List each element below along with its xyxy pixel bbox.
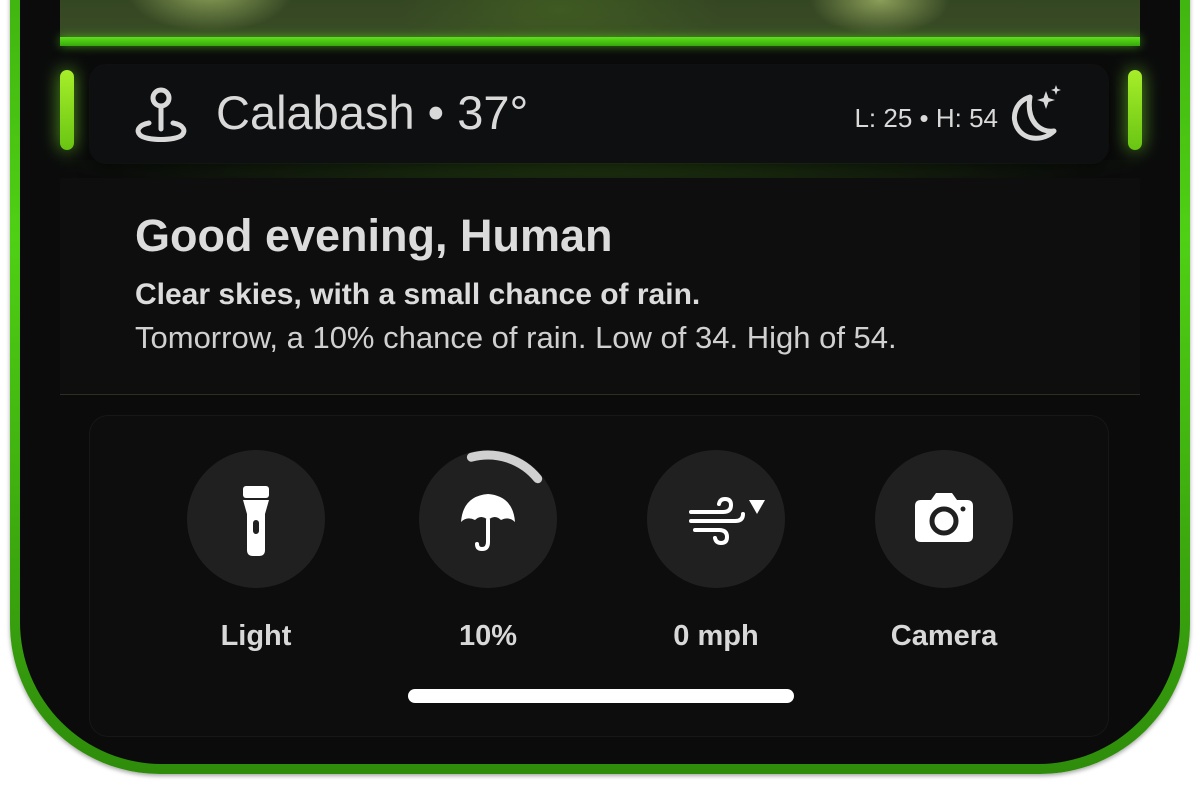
wind-icon — [689, 496, 765, 546]
wind-direction-icon — [749, 500, 765, 514]
wind-speed-label: 0 mph — [673, 620, 759, 652]
camera-button[interactable] — [875, 450, 1013, 588]
weather-header[interactable]: Calabash • 37° L: 25 • H: 54 — [90, 65, 1108, 163]
light-button[interactable] — [187, 450, 325, 588]
low-high-temperatures: L: 25 • H: 54 — [854, 103, 998, 133]
moon-stars-icon — [1012, 85, 1061, 141]
rain-chance-button[interactable] — [419, 450, 557, 588]
control-camera[interactable]: Camera — [874, 450, 1014, 653]
greeting-card: Good evening, Human Clear skies, with a … — [60, 178, 1140, 395]
rain-chance-label: 10% — [458, 620, 518, 652]
greeting-title: Good evening, Human — [135, 210, 613, 261]
flashlight-icon — [243, 486, 269, 556]
separator-dot: • — [427, 86, 445, 139]
control-rain-chance[interactable]: 10% — [418, 450, 558, 653]
weather-forecast: Tomorrow, a 10% chance of rain. Low of 3… — [135, 320, 897, 355]
control-wind[interactable]: 0 mph — [646, 450, 786, 653]
location-temperature: Calabash • 37° — [216, 85, 528, 140]
wind-button[interactable] — [647, 450, 785, 588]
current-temperature: 37° — [457, 86, 529, 139]
rain-progress-arc — [466, 450, 543, 484]
right-glow-handle — [1128, 70, 1142, 150]
light-label: Light — [220, 620, 292, 652]
home-indicator[interactable] — [408, 689, 794, 703]
camera-label: Camera — [890, 620, 998, 652]
wallpaper — [60, 0, 1140, 40]
weather-summary: Clear skies, with a small chance of rain… — [135, 278, 701, 311]
wallpaper-border — [60, 37, 1140, 46]
umbrella-icon — [461, 450, 543, 552]
quick-controls-panel: Light 10% 0 mph Camera — [90, 416, 1108, 736]
location-name: Calabash — [216, 86, 415, 139]
phone-screen: Calabash • 37° L: 25 • H: 54 Good evenin… — [20, 0, 1180, 764]
location-pin-icon — [135, 87, 187, 142]
left-glow-handle — [60, 70, 74, 150]
camera-icon — [915, 493, 973, 542]
control-light[interactable]: Light — [186, 450, 326, 653]
